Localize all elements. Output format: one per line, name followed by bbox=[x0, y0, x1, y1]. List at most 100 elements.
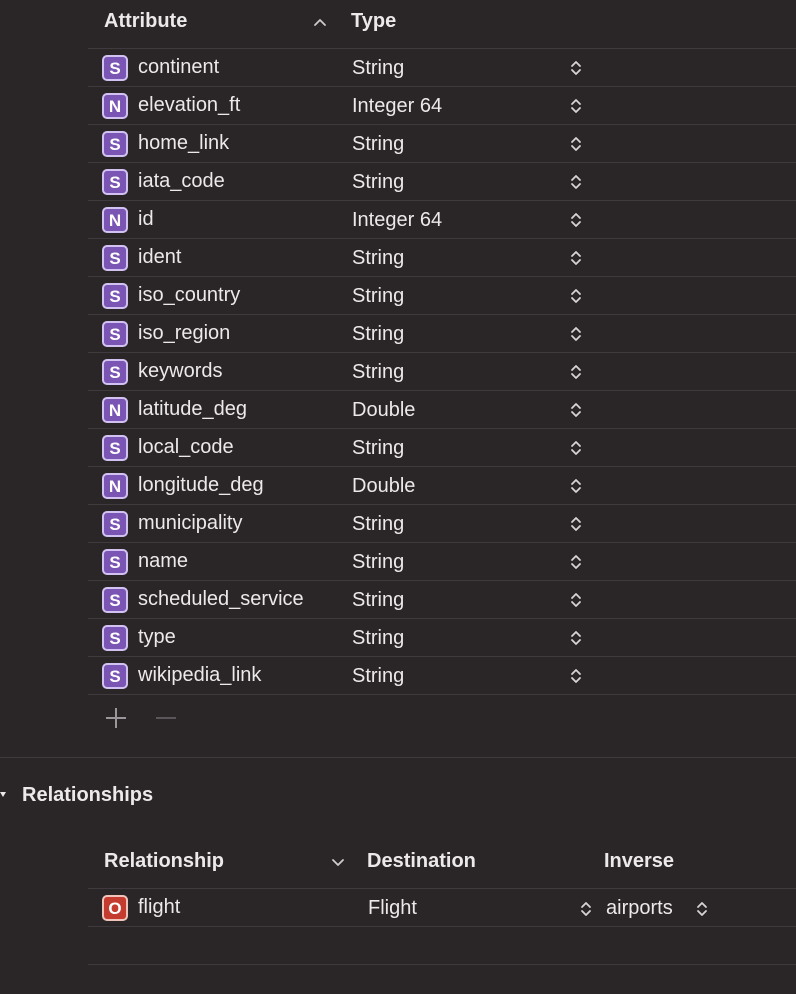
attribute-type-popup[interactable]: String bbox=[352, 285, 404, 308]
string-type-icon: S bbox=[102, 55, 128, 81]
number-type-icon: N bbox=[102, 397, 128, 423]
popup-stepper-icon[interactable] bbox=[568, 210, 584, 230]
attribute-type-popup[interactable]: Double bbox=[352, 399, 415, 422]
attribute-name[interactable]: elevation_ft bbox=[138, 94, 240, 117]
inverse-popup[interactable]: airports bbox=[606, 897, 673, 920]
popup-stepper-icon[interactable] bbox=[568, 628, 584, 648]
attribute-type-popup[interactable]: String bbox=[352, 551, 404, 574]
attribute-type-popup[interactable]: String bbox=[352, 323, 404, 346]
attribute-type-popup[interactable]: String bbox=[352, 513, 404, 536]
attribute-row[interactable]: Smunicipality String bbox=[88, 505, 796, 543]
add-remove-controls bbox=[104, 706, 184, 732]
popup-stepper-icon[interactable] bbox=[568, 666, 584, 686]
section-divider bbox=[0, 757, 796, 758]
type-column-header[interactable]: Type bbox=[351, 10, 396, 33]
attribute-name[interactable]: latitude_deg bbox=[138, 398, 247, 421]
attribute-type-popup[interactable]: Double bbox=[352, 475, 415, 498]
popup-stepper-icon[interactable] bbox=[568, 438, 584, 458]
attribute-row[interactable]: Shome_link String bbox=[88, 125, 796, 163]
popup-stepper-icon[interactable] bbox=[568, 248, 584, 268]
attribute-row[interactable]: Nelevation_ft Integer 64 bbox=[88, 87, 796, 125]
destination-popup[interactable]: Flight bbox=[368, 897, 417, 920]
string-type-icon: S bbox=[102, 245, 128, 271]
popup-stepper-icon[interactable] bbox=[568, 324, 584, 344]
attribute-column-header[interactable]: Attribute bbox=[104, 10, 187, 33]
attribute-type-popup[interactable]: Integer 64 bbox=[352, 95, 442, 118]
string-type-icon: S bbox=[102, 321, 128, 347]
attribute-name[interactable]: iso_region bbox=[138, 322, 230, 345]
attribute-row[interactable]: Scontinent String bbox=[88, 49, 796, 87]
popup-stepper-icon[interactable] bbox=[568, 96, 584, 116]
attribute-name[interactable]: home_link bbox=[138, 132, 229, 155]
popup-stepper-icon[interactable] bbox=[568, 172, 584, 192]
destination-column-header[interactable]: Destination bbox=[367, 850, 476, 873]
popup-stepper-icon[interactable] bbox=[568, 476, 584, 496]
relationship-row[interactable]: Oflight Flight airports bbox=[88, 889, 796, 927]
attribute-name[interactable]: keywords bbox=[138, 360, 222, 383]
attribute-name[interactable]: municipality bbox=[138, 512, 242, 535]
attribute-row[interactable]: Slocal_code String bbox=[88, 429, 796, 467]
popup-stepper-icon[interactable] bbox=[568, 58, 584, 78]
relationships-list: Oflight Flight airports bbox=[88, 889, 796, 927]
attribute-name[interactable]: continent bbox=[138, 56, 219, 79]
attribute-row[interactable]: Nlongitude_deg Double bbox=[88, 467, 796, 505]
inverse-column-header[interactable]: Inverse bbox=[604, 850, 674, 873]
attribute-name[interactable]: scheduled_service bbox=[138, 588, 304, 611]
attribute-type-popup[interactable]: String bbox=[352, 361, 404, 384]
attribute-type-popup[interactable]: String bbox=[352, 589, 404, 612]
attribute-row[interactable]: Nlatitude_deg Double bbox=[88, 391, 796, 429]
attribute-name[interactable]: type bbox=[138, 626, 176, 649]
attribute-name[interactable]: longitude_deg bbox=[138, 474, 264, 497]
attribute-row[interactable]: Siata_code String bbox=[88, 163, 796, 201]
attribute-row[interactable]: Swikipedia_link String bbox=[88, 657, 796, 695]
attribute-name[interactable]: name bbox=[138, 550, 188, 573]
popup-stepper-icon[interactable] bbox=[568, 362, 584, 382]
chevron-down-icon[interactable] bbox=[328, 848, 348, 876]
attribute-row[interactable]: Skeywords String bbox=[88, 353, 796, 391]
attribute-row[interactable]: Siso_country String bbox=[88, 277, 796, 315]
popup-stepper-icon[interactable] bbox=[568, 590, 584, 610]
relationship-name[interactable]: flight bbox=[138, 896, 180, 919]
popup-stepper-icon[interactable] bbox=[568, 286, 584, 306]
attribute-name[interactable]: ident bbox=[138, 246, 181, 269]
disclosure-triangle-icon[interactable] bbox=[0, 788, 8, 804]
popup-stepper-icon[interactable] bbox=[578, 899, 594, 919]
popup-stepper-icon[interactable] bbox=[568, 400, 584, 420]
string-type-icon: S bbox=[102, 435, 128, 461]
number-type-icon: N bbox=[102, 93, 128, 119]
attributes-list: Scontinent String Nelevation_ft Integer 64 S… bbox=[88, 49, 796, 695]
chevron-up-icon[interactable] bbox=[310, 8, 330, 36]
attribute-type-popup[interactable]: String bbox=[352, 665, 404, 688]
attribute-type-popup[interactable]: String bbox=[352, 247, 404, 270]
attribute-row[interactable]: Siso_region String bbox=[88, 315, 796, 353]
attribute-name[interactable]: iso_country bbox=[138, 284, 240, 307]
attribute-row[interactable]: Nid Integer 64 bbox=[88, 201, 796, 239]
attribute-type-popup[interactable]: String bbox=[352, 171, 404, 194]
to-one-relationship-icon: O bbox=[102, 895, 128, 921]
attribute-name[interactable]: id bbox=[138, 208, 154, 231]
relationship-column-header[interactable]: Relationship bbox=[104, 850, 224, 873]
attribute-name[interactable]: wikipedia_link bbox=[138, 664, 261, 687]
popup-stepper-icon[interactable] bbox=[568, 514, 584, 534]
popup-stepper-icon[interactable] bbox=[568, 552, 584, 572]
popup-stepper-icon[interactable] bbox=[694, 899, 710, 919]
attribute-type-popup[interactable]: String bbox=[352, 57, 404, 80]
string-type-icon: S bbox=[102, 663, 128, 689]
attribute-type-popup[interactable]: String bbox=[352, 437, 404, 460]
popup-stepper-icon[interactable] bbox=[568, 134, 584, 154]
attribute-row[interactable]: Sident String bbox=[88, 239, 796, 277]
attribute-row[interactable]: Stype String bbox=[88, 619, 796, 657]
string-type-icon: S bbox=[102, 131, 128, 157]
number-type-icon: N bbox=[102, 473, 128, 499]
attribute-name[interactable]: iata_code bbox=[138, 170, 225, 193]
attribute-row[interactable]: Sscheduled_service String bbox=[88, 581, 796, 619]
minus-icon[interactable] bbox=[154, 706, 178, 730]
attribute-type-popup[interactable]: String bbox=[352, 627, 404, 650]
attribute-type-popup[interactable]: Integer 64 bbox=[352, 209, 442, 232]
attribute-row[interactable]: Sname String bbox=[88, 543, 796, 581]
attribute-name[interactable]: local_code bbox=[138, 436, 234, 459]
plus-icon[interactable] bbox=[104, 706, 128, 730]
string-type-icon: S bbox=[102, 511, 128, 537]
attribute-type-popup[interactable]: String bbox=[352, 133, 404, 156]
attributes-table-header: Attribute Type bbox=[88, 0, 796, 49]
